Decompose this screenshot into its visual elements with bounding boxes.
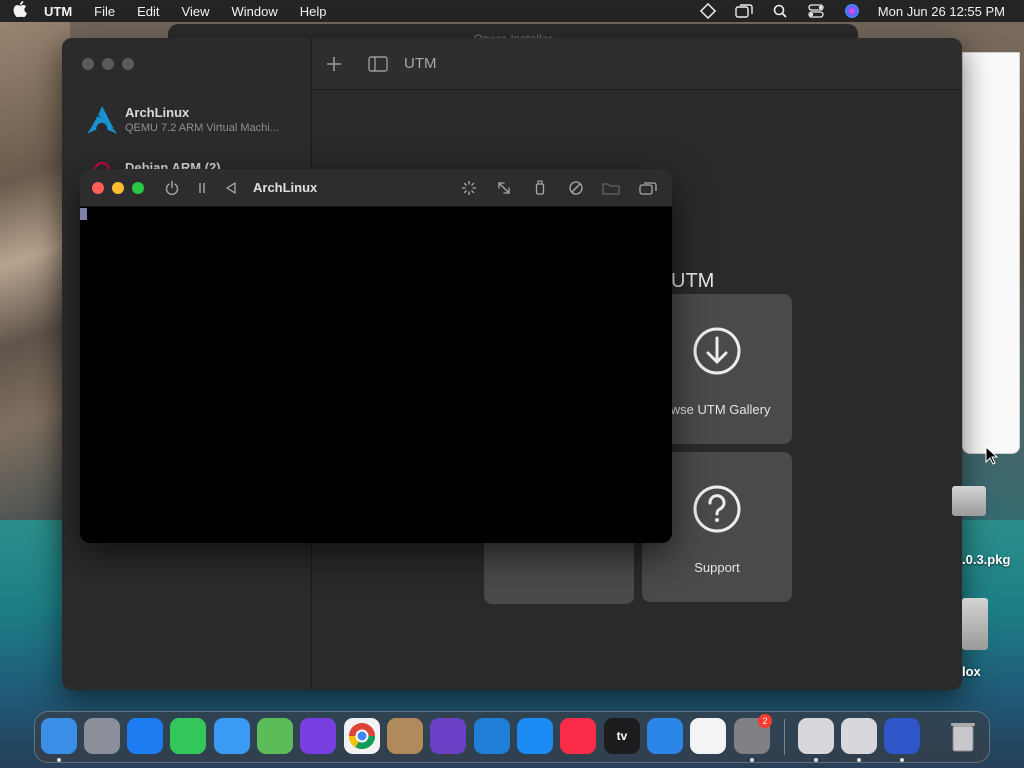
desktop-file-label-lox[interactable]: lox (962, 664, 981, 679)
diamond-status-icon[interactable] (690, 0, 726, 22)
pause-icon[interactable] (192, 178, 212, 198)
dock-contacts-icon[interactable] (387, 718, 423, 754)
menu-window[interactable]: Window (220, 4, 288, 19)
power-icon[interactable] (162, 178, 182, 198)
dock-utm-icon[interactable] (884, 718, 920, 754)
vm-description: QEMU 7.2 ARM Virtual Machi... (125, 122, 279, 134)
dock-visual-studio-icon[interactable] (430, 718, 466, 754)
console-window-controls (92, 182, 144, 194)
console-minimize-button[interactable] (112, 182, 124, 194)
control-center-icon[interactable] (798, 0, 834, 22)
menu-bar: UTM File Edit View Window Help Mon Jun 2… (0, 0, 1024, 22)
dock-running-indicator (750, 758, 754, 762)
dock-mail-icon[interactable] (214, 718, 250, 754)
dock-firefox-icon[interactable] (300, 718, 336, 754)
vm-name: ArchLinux (125, 105, 190, 120)
menu-help[interactable]: Help (289, 4, 338, 19)
dmg-file-icon[interactable] (962, 598, 988, 650)
settings-notification-badge: 2 (758, 714, 772, 728)
menu-app-name[interactable]: UTM (40, 4, 83, 19)
utm-minimize-button[interactable] (102, 58, 114, 70)
console-text-cursor (80, 208, 87, 220)
background-white-window (962, 52, 1020, 454)
menu-edit[interactable]: Edit (126, 4, 170, 19)
desktop-file-label-pkg[interactable]: .0.3.pkg (962, 552, 1010, 567)
utm-zoom-button[interactable] (122, 58, 134, 70)
dock-finder-icon[interactable] (41, 718, 77, 754)
dock-downloads-icon[interactable] (798, 718, 834, 754)
add-vm-button[interactable] (312, 49, 356, 79)
utm-window-controls (82, 58, 134, 70)
vm-list-item-archlinux[interactable]: ArchLinux QEMU 7.2 ARM Virtual Machi... (82, 102, 302, 142)
shared-folder-icon[interactable] (601, 178, 621, 198)
apple-tv-label: tv (616, 729, 628, 743)
dock-launchpad-icon[interactable] (84, 718, 120, 754)
dock-safari-icon[interactable] (127, 718, 163, 754)
siri-icon[interactable] (834, 0, 870, 22)
dock-running-indicator (814, 758, 818, 762)
dock-opera-installer-icon[interactable] (841, 718, 877, 754)
arch-linux-logo-icon (87, 106, 117, 134)
dock-running-indicator (57, 758, 61, 762)
dock-maps-icon[interactable] (257, 718, 293, 754)
menu-view[interactable]: View (171, 4, 221, 19)
console-window-title: ArchLinux (253, 180, 318, 195)
display-settings-icon[interactable] (459, 178, 479, 198)
dock-app-store-icon[interactable] (517, 718, 553, 754)
dock-chrome-icon[interactable] (344, 718, 380, 754)
restart-back-icon[interactable] (221, 178, 241, 198)
support-label: Support (694, 560, 740, 575)
window-switcher-icon[interactable] (726, 0, 762, 22)
dock-running-indicator (900, 758, 904, 762)
dock-separator (784, 719, 785, 755)
console-titlebar: ArchLinux (80, 169, 672, 207)
apple-menu-icon[interactable] (0, 1, 40, 21)
welcome-title: UTM (671, 270, 715, 292)
utm-close-button[interactable] (82, 58, 94, 70)
mouse-pointer-icon (985, 446, 999, 465)
plus-icon (327, 56, 341, 71)
console-zoom-button[interactable] (132, 182, 144, 194)
pkg-file-icon[interactable] (952, 486, 986, 516)
dock-apple-tv-icon[interactable]: tv (604, 718, 640, 754)
dock-music-icon[interactable] (560, 718, 596, 754)
windows-switch-icon[interactable] (638, 178, 658, 198)
dock-trash-icon[interactable] (945, 718, 981, 754)
console-close-button[interactable] (92, 182, 104, 194)
drive-disc-icon[interactable] (566, 178, 586, 198)
dock-vscode-icon[interactable] (474, 718, 510, 754)
resize-arrows-icon[interactable] (494, 178, 514, 198)
menu-file[interactable]: File (83, 4, 126, 19)
usb-device-icon[interactable] (530, 178, 550, 198)
toggle-sidebar-button[interactable] (356, 49, 400, 79)
vm-console-window[interactable]: ArchLinux (80, 169, 672, 543)
dock-keynote-icon[interactable] (647, 718, 683, 754)
utm-toolbar-title: UTM (404, 55, 437, 72)
dock-running-indicator (857, 758, 861, 762)
sidebar-icon (368, 55, 388, 72)
dock-news-icon[interactable] (690, 718, 726, 754)
question-circle-icon (693, 485, 741, 533)
utm-toolbar: UTM (312, 38, 962, 90)
menu-clock[interactable]: Mon Jun 26 12:55 PM (870, 4, 1024, 19)
download-circle-icon (693, 327, 741, 375)
desktop-wallpaper-rock (0, 22, 70, 542)
dock-messages-icon[interactable] (170, 718, 206, 754)
spotlight-search-icon[interactable] (762, 0, 798, 22)
